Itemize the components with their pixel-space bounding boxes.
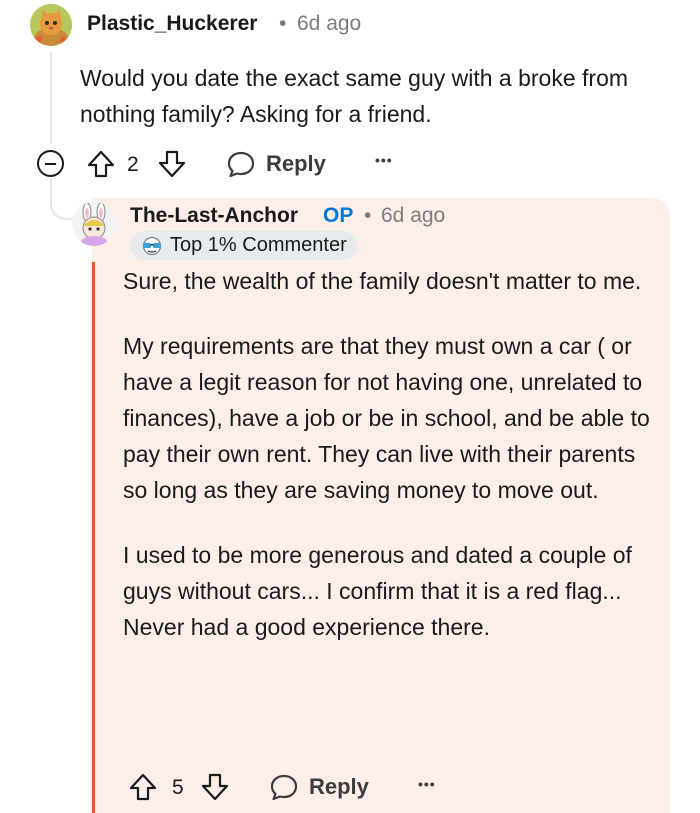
upvote-arrow-icon [129,773,157,801]
bunny-avatar-icon [72,202,116,246]
avatar[interactable] [72,202,116,246]
timestamp[interactable]: 6d ago [381,204,445,228]
comment-body: Would you date the exact same guy with a… [80,65,629,127]
downvote-arrow-icon [158,150,186,178]
sunglasses-icon [142,236,162,255]
separator: • [279,12,287,35]
more-options-button[interactable]: ••• [375,152,393,168]
downvote-arrow-icon [201,773,229,801]
downvote-button[interactable] [200,772,230,802]
downvote-button[interactable] [157,149,187,179]
username[interactable]: The-Last-Anchor [130,204,298,228]
speech-bubble-icon [270,774,298,801]
upvote-arrow-icon [87,150,115,178]
thread-connector [50,178,76,220]
username[interactable]: Plastic_Huckerer [87,12,257,36]
reply-label: Reply [309,774,369,799]
top-commenter-badge[interactable]: Top 1% Commenter [130,231,357,260]
reply-button[interactable]: Reply [226,149,326,179]
avatar[interactable] [30,4,72,46]
thread-line[interactable] [50,52,52,144]
collapse-minus-icon[interactable] [37,150,64,177]
timestamp[interactable]: 6d ago [297,12,361,36]
cat-avatar-icon [30,4,72,46]
vote-count: 5 [172,776,184,799]
separator: • [364,204,372,227]
comment-paragraph: I used to be more generous and dated a c… [123,542,632,640]
reply-label: Reply [266,151,326,176]
upvote-button[interactable] [128,772,158,802]
upvote-button[interactable] [86,149,116,179]
highlight-bar [92,262,95,813]
vote-count: 2 [127,153,139,176]
more-options-button[interactable]: ••• [418,776,436,792]
reply-button[interactable]: Reply [269,772,369,802]
comment-paragraph: My requirements are that they must own a… [123,333,650,503]
comment-paragraph: Sure, the wealth of the family doesn't m… [123,268,642,294]
speech-bubble-icon [227,151,255,178]
badge-label: Top 1% Commenter [170,234,347,256]
comment-body: Sure, the wealth of the family doesn't m… [123,263,663,674]
op-badge: OP [323,204,354,227]
